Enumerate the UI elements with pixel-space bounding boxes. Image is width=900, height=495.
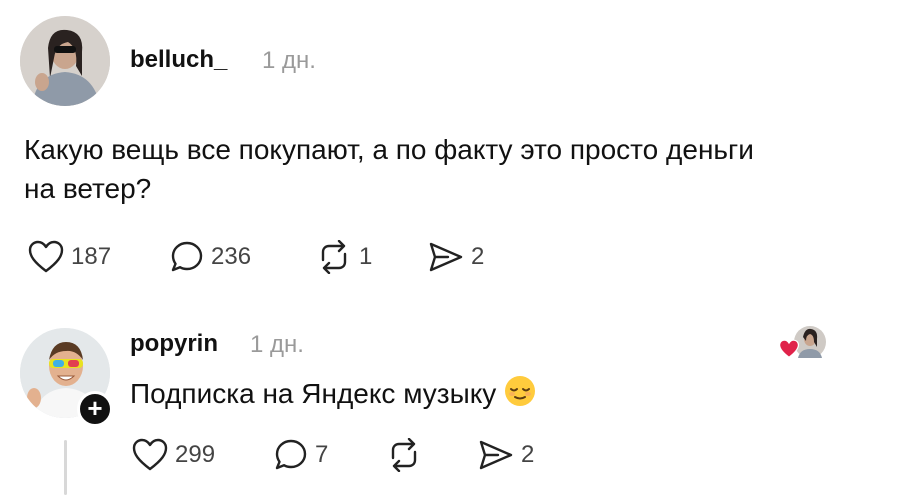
thread-line — [64, 440, 67, 495]
like-count: 299 — [175, 441, 216, 468]
liked-by-author[interactable] — [776, 325, 828, 361]
comment-icon — [274, 438, 308, 472]
reply-timestamp: 1 дн. — [250, 331, 304, 358]
send-icon — [478, 438, 514, 472]
comment-icon — [170, 240, 204, 274]
heart-icon — [132, 438, 168, 472]
post-text-line: на ветер? — [24, 173, 152, 204]
post-text-line: Какую вещь все покупают, а по факту это … — [24, 134, 754, 165]
post-username[interactable]: belluch_ — [130, 46, 227, 74]
share-count: 2 — [471, 243, 485, 270]
reply-like-button[interactable]: 299 — [132, 438, 215, 472]
post-comment-button[interactable]: 236 — [170, 240, 251, 274]
comment-count: 7 — [315, 441, 329, 468]
reply-comment-button[interactable]: 7 — [274, 438, 328, 472]
relieved-face-emoji — [504, 375, 536, 417]
follow-button[interactable]: + — [77, 391, 113, 427]
heart-red-icon — [778, 339, 800, 364]
reply-share-button[interactable]: 2 — [478, 438, 534, 472]
post-share-button[interactable]: 2 — [428, 240, 484, 274]
reply-text: Подписка на Яндекс музыку — [130, 378, 497, 409]
reply-text-row: Подписка на Яндекс музыку — [130, 374, 536, 417]
share-count: 2 — [521, 441, 535, 468]
repost-count: 1 — [359, 243, 373, 270]
repost-icon — [386, 438, 422, 472]
repost-icon — [316, 240, 352, 274]
post-like-button[interactable]: 187 — [28, 240, 111, 274]
reply-repost-button[interactable] — [386, 438, 429, 472]
post-timestamp: 1 дн. — [262, 47, 316, 74]
send-icon — [428, 240, 464, 274]
comment-count: 236 — [211, 243, 252, 270]
reply-username[interactable]: popyrin — [130, 330, 218, 358]
avatar-image — [20, 16, 110, 106]
like-count: 187 — [71, 243, 112, 270]
post-text: Какую вещь все покупают, а по факту это … — [24, 130, 894, 208]
heart-icon — [28, 240, 64, 274]
post-repost-button[interactable]: 1 — [316, 240, 372, 274]
post-avatar[interactable] — [20, 16, 110, 106]
